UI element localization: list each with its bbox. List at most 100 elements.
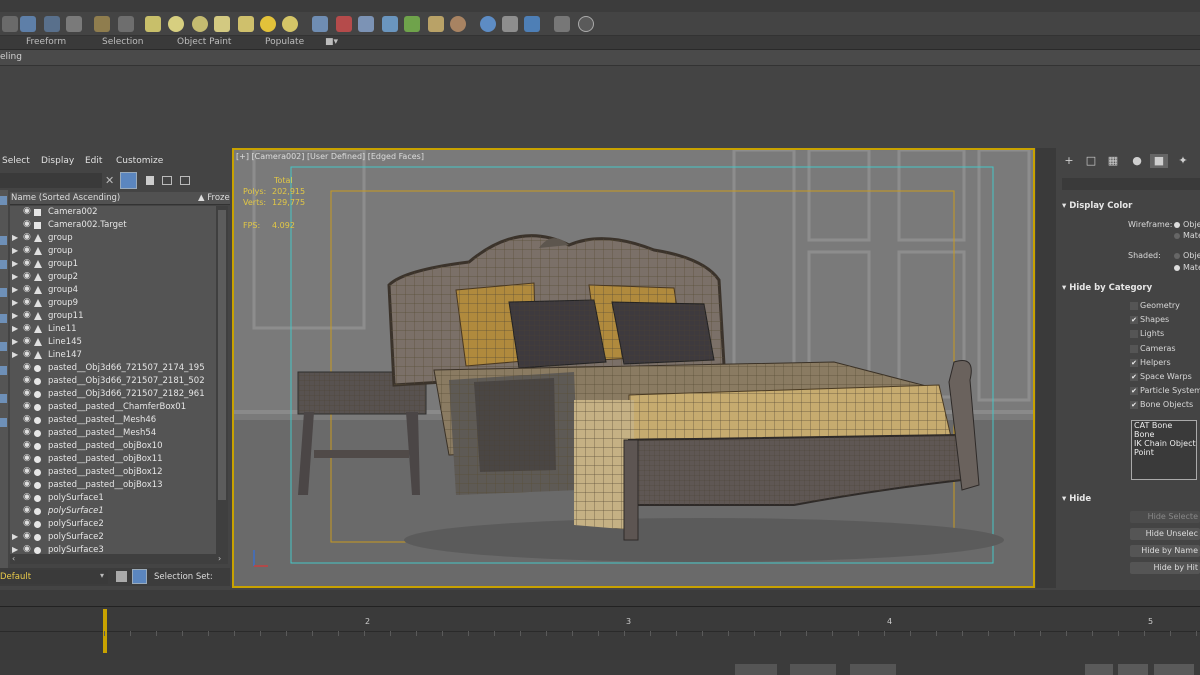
expand-arrow-icon[interactable]: ▶ [12, 350, 18, 359]
visibility-eye-icon[interactable]: ◉ [23, 284, 31, 294]
explorer-scroll-thumb[interactable] [218, 210, 226, 500]
category-checkbox[interactable]: ✔ [1130, 387, 1138, 396]
visibility-eye-icon[interactable]: ◉ [23, 375, 31, 385]
list-item[interactable]: ◉ pasted__pasted__Mesh54 [10, 427, 216, 440]
list-item[interactable]: ◉ Camera002 [10, 206, 216, 219]
render-setup-icon[interactable] [118, 16, 134, 32]
scroll-right-icon[interactable]: › [218, 554, 221, 563]
visibility-eye-icon[interactable]: ◉ [23, 232, 31, 242]
list-item[interactable]: ▶ ◉ Line145 [10, 336, 216, 349]
visibility-eye-icon[interactable]: ◉ [23, 271, 31, 281]
category-list-item[interactable]: CAT Bone [1132, 421, 1196, 430]
menu-select[interactable]: Select [2, 156, 30, 166]
filter-lights-icon[interactable] [0, 260, 7, 269]
list-item[interactable]: ▶ ◉ Line11 [10, 323, 216, 336]
display-color-rollout[interactable]: ▾ Display Color [1062, 201, 1132, 211]
category-checkbox[interactable] [1130, 330, 1138, 339]
list-item[interactable]: ▶ ◉ group [10, 232, 216, 245]
grid-icon[interactable] [20, 16, 36, 32]
expand-arrow-icon[interactable]: ▶ [12, 337, 18, 346]
category-checkbox[interactable]: ✔ [1130, 358, 1138, 367]
visibility-eye-icon[interactable]: ◉ [23, 479, 31, 489]
wireframe-object-radio[interactable] [1174, 222, 1180, 228]
list-item[interactable]: ▶ ◉ group2 [10, 271, 216, 284]
bend-icon[interactable] [428, 16, 444, 32]
hide-unselected-button[interactable]: Hide Unselec [1130, 528, 1200, 540]
plane-icon[interactable] [145, 16, 161, 32]
list-item[interactable]: ◉ pasted__Obj3d66_721507_2182_961 [10, 388, 216, 401]
visibility-eye-icon[interactable]: ◉ [23, 440, 31, 450]
visibility-eye-icon[interactable]: ◉ [23, 349, 31, 359]
shaded-object-radio[interactable] [1174, 253, 1180, 259]
visibility-eye-icon[interactable]: ◉ [23, 531, 31, 541]
tab-populate[interactable]: Populate [265, 37, 304, 47]
helper-icon[interactable] [358, 16, 374, 32]
hide-by-hit-button[interactable]: Hide by Hit [1130, 562, 1200, 574]
visibility-eye-icon[interactable]: ◉ [23, 206, 31, 216]
list-item[interactable]: ◉ pasted__pasted__objBox13 [10, 479, 216, 492]
column-frozen[interactable]: ▲ Froze [198, 193, 230, 203]
category-list-item[interactable]: IK Chain Object [1132, 439, 1196, 448]
expand-arrow-icon[interactable]: ▶ [12, 233, 18, 242]
material-icon[interactable] [450, 16, 466, 32]
list-item[interactable]: ◉ pasted__pasted__objBox11 [10, 453, 216, 466]
hide-selected-button[interactable]: Hide Selecte [1130, 511, 1200, 523]
ribbon-options-icon[interactable]: ■▾ [325, 37, 338, 47]
scene-explorer-icon[interactable] [44, 16, 60, 32]
expand-arrow-icon[interactable]: ▶ [12, 324, 18, 333]
list-item[interactable]: ▶ ◉ polySurface3 [10, 544, 216, 554]
visibility-eye-icon[interactable]: ◉ [23, 362, 31, 372]
visibility-eye-icon[interactable]: ◉ [23, 453, 31, 463]
expand-arrow-icon[interactable]: ▶ [12, 545, 18, 554]
explorer-horizontal-scrollbar[interactable]: ‹ › [10, 554, 228, 564]
visibility-eye-icon[interactable]: ◉ [23, 544, 31, 554]
hierarchy-icon[interactable] [162, 176, 172, 185]
list-item[interactable]: ▶ ◉ group [10, 245, 216, 258]
visibility-eye-icon[interactable]: ◉ [23, 414, 31, 424]
menu-edit[interactable]: Edit [85, 156, 102, 166]
category-checkbox[interactable] [1130, 302, 1138, 310]
hide-by-category-rollout[interactable]: ▾ Hide by Category [1062, 283, 1152, 293]
display-tab-icon[interactable]: ■ [1150, 154, 1168, 168]
tab-selection[interactable]: Selection [102, 37, 143, 47]
render-teapot-icon[interactable] [524, 16, 540, 32]
filter-helpers-icon[interactable] [0, 314, 7, 323]
category-checkbox[interactable] [1130, 344, 1138, 353]
list-item[interactable]: ◉ polySurface1 [10, 505, 216, 518]
visibility-eye-icon[interactable]: ◉ [23, 297, 31, 307]
cone-icon[interactable] [214, 16, 230, 32]
visibility-eye-icon[interactable]: ◉ [23, 401, 31, 411]
viewport-label[interactable]: [+] [Camera002] [User Defined] [Edged Fa… [236, 152, 424, 161]
filter-groups-icon[interactable] [0, 366, 7, 375]
visibility-eye-icon[interactable]: ◉ [23, 492, 31, 502]
camera-viewport[interactable]: [+] [Camera002] [User Defined] [Edged Fa… [234, 150, 1033, 586]
collapse-icon[interactable] [180, 176, 190, 185]
filter-shapes-icon[interactable] [0, 236, 7, 245]
status-button[interactable] [1154, 664, 1194, 675]
visibility-eye-icon[interactable]: ◉ [23, 323, 31, 333]
list-item[interactable]: ◉ pasted__Obj3d66_721507_2181_502 [10, 375, 216, 388]
list-item[interactable]: ◉ pasted__Obj3d66_721507_2174_195 [10, 362, 216, 375]
list-item[interactable]: ◉ polySurface2 [10, 518, 216, 531]
explorer-search-input[interactable] [0, 173, 102, 188]
layers-icon[interactable] [116, 571, 127, 582]
list-item[interactable]: ▶ ◉ polySurface2 [10, 531, 216, 544]
expand-arrow-icon[interactable]: ▶ [12, 246, 18, 255]
explorer-column-header[interactable]: Name (Sorted Ascending) ▲ Froze [10, 192, 230, 205]
menu-customize[interactable]: Customize [116, 156, 163, 166]
expand-arrow-icon[interactable]: ▶ [12, 311, 18, 320]
visibility-eye-icon[interactable]: ◉ [23, 310, 31, 320]
filter-cameras-icon[interactable] [0, 288, 7, 297]
particle-icon[interactable] [382, 16, 398, 32]
modifier-icon[interactable] [336, 16, 352, 32]
tab-freeform[interactable]: Freeform [26, 37, 66, 47]
torus-icon[interactable] [192, 16, 208, 32]
status-field[interactable] [850, 664, 896, 675]
render-icon[interactable] [480, 16, 496, 32]
list-item[interactable]: ▶ ◉ group9 [10, 297, 216, 310]
list-item[interactable]: ◉ pasted__pasted__ChamferBox01 [10, 401, 216, 414]
list-item[interactable]: ◉ polySurface1 [10, 492, 216, 505]
filter-bones-icon[interactable] [0, 418, 7, 427]
light-icon[interactable] [282, 16, 298, 32]
filter-geometry-icon[interactable] [0, 196, 7, 205]
